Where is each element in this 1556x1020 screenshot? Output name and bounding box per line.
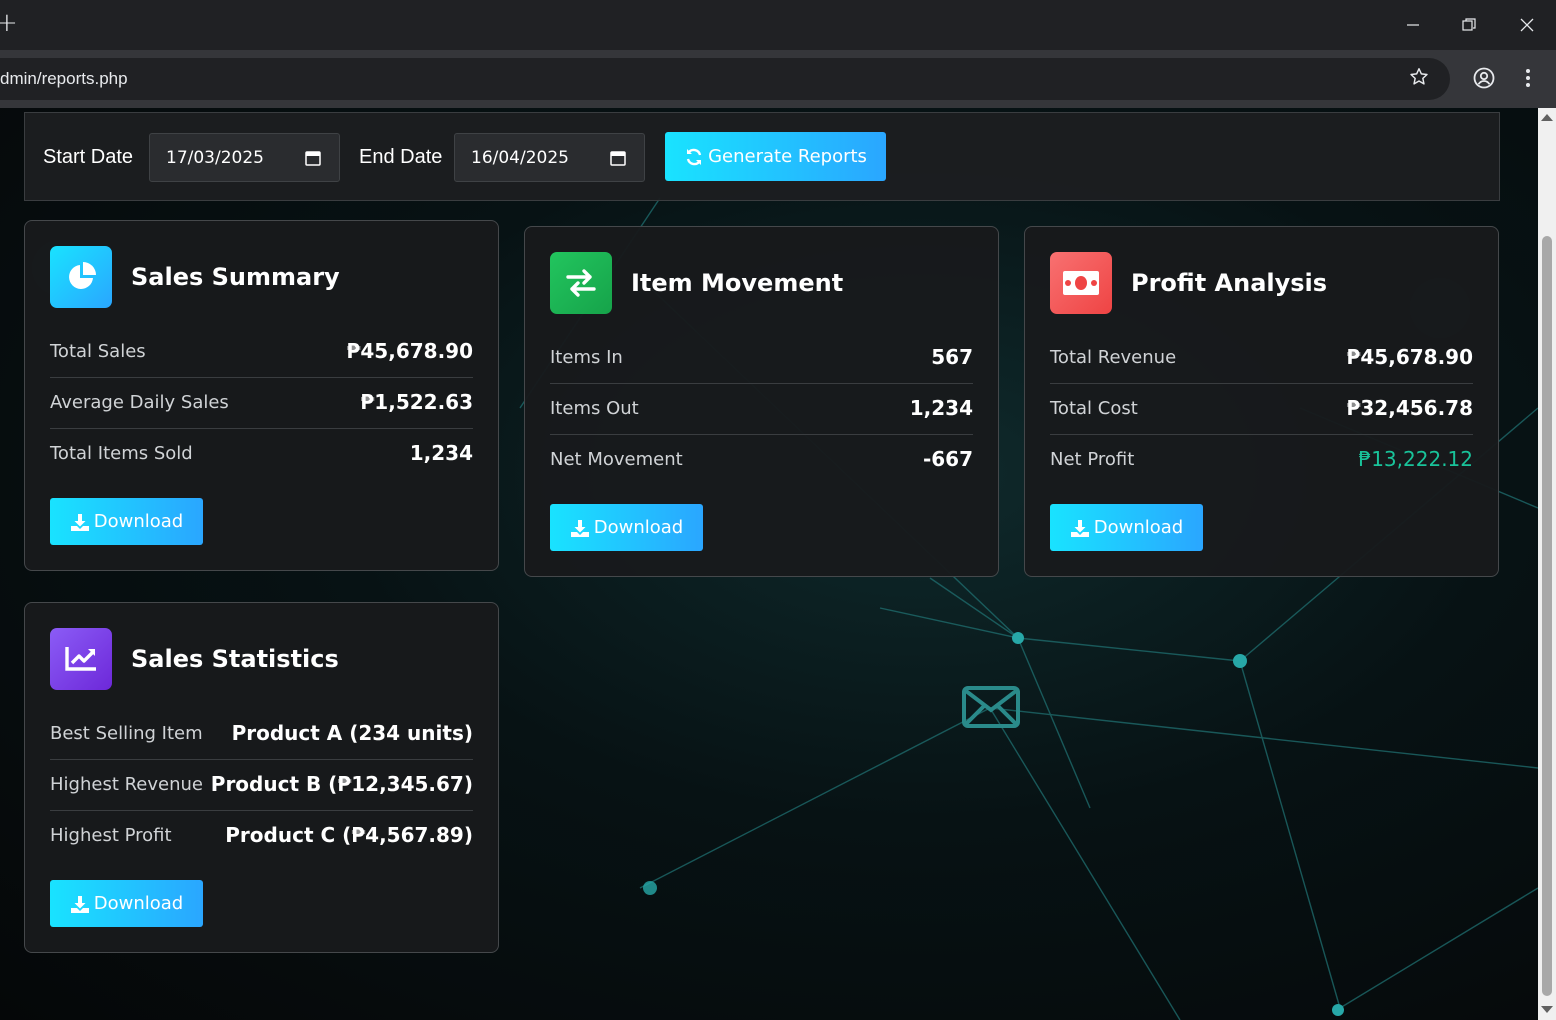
card-title: Profit Analysis [1131, 269, 1328, 297]
card-title: Sales Summary [131, 263, 340, 291]
stat-row: Total Cost ₱32,456.78 [1050, 384, 1473, 435]
page-content: Start Date 17/03/2025 End Date 16/04/202… [0, 108, 1538, 1020]
start-date-input[interactable]: 17/03/2025 [149, 133, 340, 182]
omnibox[interactable]: dmin/reports.php [0, 58, 1450, 100]
restore-icon [1462, 18, 1476, 31]
generate-reports-label: Generate Reports [708, 146, 867, 167]
calendar-icon[interactable] [305, 150, 321, 166]
end-date-value[interactable]: 16/04/2025 [471, 148, 569, 168]
stat-value: ₱45,678.90 [346, 339, 473, 363]
report-filter-bar: Start Date 17/03/2025 End Date 16/04/202… [24, 112, 1500, 201]
stat-value: Product A (234 units) [231, 721, 473, 745]
stat-label: Net Profit [1050, 449, 1135, 470]
close-icon [1520, 18, 1534, 32]
browser-titlebar: + [0, 0, 1556, 50]
close-window-button[interactable] [1499, 0, 1555, 50]
stat-value: ₱1,522.63 [360, 390, 473, 414]
stat-row: Items Out 1,234 [550, 384, 973, 435]
download-sales-summary-button[interactable]: Download [50, 498, 203, 545]
calendar-icon[interactable] [610, 150, 626, 166]
download-label: Download [93, 511, 184, 532]
stat-value: 567 [931, 345, 973, 369]
stat-row: Net Movement -667 [550, 435, 973, 486]
pie-chart-icon [50, 246, 112, 308]
stat-label: Highest Profit [50, 825, 172, 846]
stat-value: ₱32,456.78 [1346, 396, 1473, 420]
end-date-input[interactable]: 16/04/2025 [454, 133, 645, 182]
stat-value: 1,234 [409, 441, 473, 465]
download-label: Download [93, 893, 184, 914]
stat-value: -667 [922, 447, 973, 471]
browser-menu-icon[interactable] [1518, 66, 1538, 94]
address-bar: dmin/reports.php [0, 50, 1556, 108]
profit-analysis-card: Profit Analysis Total Revenue ₱45,678.90… [1024, 226, 1499, 577]
start-date-value[interactable]: 17/03/2025 [166, 148, 264, 168]
stat-row: Net Profit ₱13,222.12 [1050, 435, 1473, 486]
stat-label: Total Items Sold [50, 443, 193, 464]
start-date-label: Start Date [43, 146, 134, 168]
stat-row: Total Revenue ₱45,678.90 [1050, 333, 1473, 384]
net-profit-value: ₱13,222.12 [1358, 447, 1473, 471]
stat-row: Average Daily Sales ₱1,522.63 [50, 378, 473, 429]
sales-statistics-card: Sales Statistics Best Selling Item Produ… [24, 602, 499, 953]
stat-row: Highest Profit Product C (₱4,567.89) [50, 811, 473, 862]
card-title: Sales Statistics [131, 645, 339, 673]
download-profit-analysis-button[interactable]: Download [1050, 504, 1203, 551]
download-label: Download [1093, 517, 1184, 538]
stat-value: Product B (₱12,345.67) [210, 772, 473, 796]
stat-row: Highest Revenue Product B (₱12,345.67) [50, 760, 473, 811]
stat-label: Net Movement [550, 449, 683, 470]
url-text[interactable]: dmin/reports.php [0, 69, 128, 89]
card-title: Item Movement [631, 269, 844, 297]
restore-button[interactable] [1441, 0, 1497, 50]
item-movement-card: Item Movement Items In 567 Items Out 1,2… [524, 226, 999, 577]
download-icon [70, 513, 89, 531]
stat-label: Items In [550, 347, 623, 368]
download-icon [570, 519, 589, 537]
stat-label: Average Daily Sales [50, 392, 229, 413]
stat-value: 1,234 [909, 396, 973, 420]
generate-reports-button[interactable]: Generate Reports [665, 132, 886, 181]
envelope-icon [962, 686, 1020, 728]
stat-label: Total Sales [50, 341, 146, 362]
download-icon [70, 895, 89, 913]
money-bill-icon [1050, 252, 1112, 314]
stat-row: Best Selling Item Product A (234 units) [50, 709, 473, 760]
exchange-icon [550, 252, 612, 314]
stat-label: Highest Revenue [50, 774, 203, 795]
download-label: Download [593, 517, 684, 538]
stat-label: Best Selling Item [50, 723, 203, 744]
refresh-icon [686, 148, 702, 165]
download-icon [1070, 519, 1089, 537]
stat-row: Total Items Sold 1,234 [50, 429, 473, 480]
download-sales-statistics-button[interactable]: Download [50, 880, 203, 927]
scroll-down-icon[interactable] [1541, 1006, 1553, 1013]
page-scrollbar[interactable] [1538, 108, 1556, 1020]
stat-label: Total Cost [1050, 398, 1138, 419]
stat-row: Items In 567 [550, 333, 973, 384]
stat-value: Product C (₱4,567.89) [225, 823, 473, 847]
stat-row: Total Sales ₱45,678.90 [50, 327, 473, 378]
scroll-up-icon[interactable] [1541, 114, 1553, 121]
profile-icon[interactable] [1472, 66, 1496, 94]
scroll-thumb[interactable] [1542, 236, 1552, 996]
sales-summary-card: Sales Summary Total Sales ₱45,678.90 Ave… [24, 220, 499, 571]
end-date-label: End Date [359, 146, 443, 168]
stat-value: ₱45,678.90 [1346, 345, 1473, 369]
download-item-movement-button[interactable]: Download [550, 504, 703, 551]
new-tab-button[interactable]: + [0, 8, 18, 38]
stat-label: Items Out [550, 398, 639, 419]
minimize-icon [1407, 24, 1419, 26]
stat-label: Total Revenue [1050, 347, 1177, 368]
minimize-button[interactable] [1385, 0, 1441, 50]
line-chart-icon [50, 628, 112, 690]
bookmark-star-icon[interactable] [1408, 66, 1430, 92]
